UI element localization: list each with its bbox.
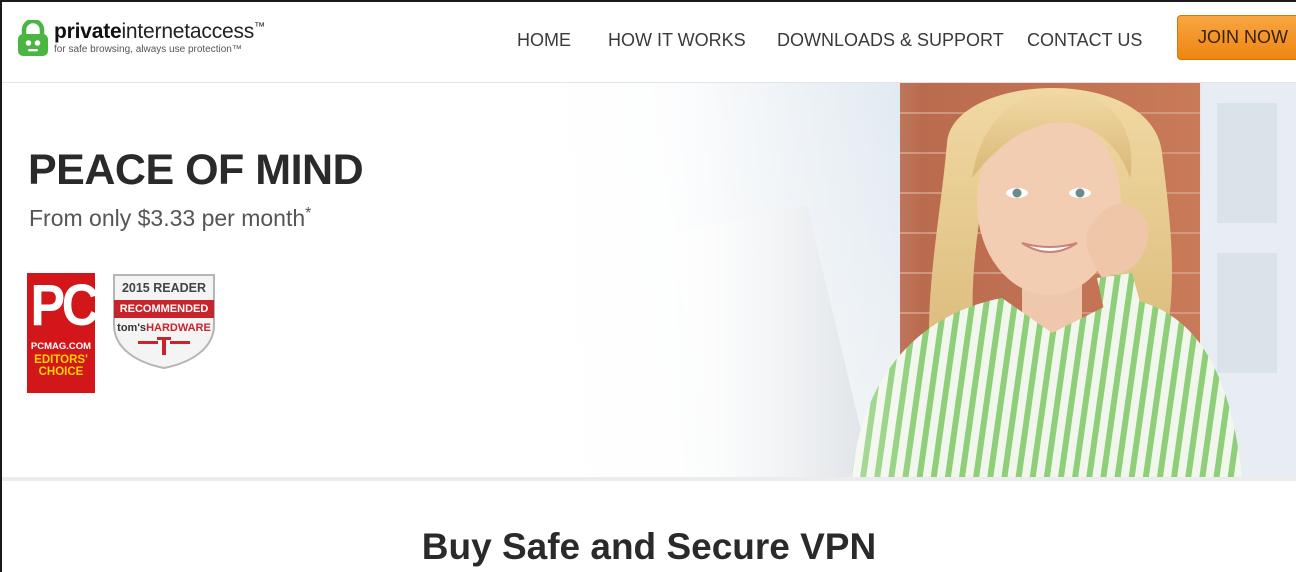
nav-downloads-support-link[interactable]: DOWNLOADS & SUPPORT (777, 30, 1004, 51)
pcmag-editors-choice-badge: PC PCMAG.COM EDITORS' CHOICE (27, 273, 99, 393)
hero-price-text: From only $3.33 per month (29, 205, 306, 231)
brand-name: privateinternetaccess™ (54, 20, 265, 43)
site-logo[interactable]: privateinternetaccess™ for safe browsing… (16, 20, 316, 64)
toms-hardware-badge: 2015 READER RECOMMENDED tom'sHARDWARE (112, 273, 216, 369)
browser-viewport: privateinternetaccess™ for safe browsing… (0, 0, 1296, 572)
pc-logo-text: PC (30, 273, 99, 338)
hero-price-asterisk: * (305, 205, 312, 222)
site-header: privateinternetaccess™ for safe browsing… (2, 2, 1296, 83)
nav-contact-us-link[interactable]: CONTACT US (1027, 30, 1142, 51)
section-divider (2, 477, 1296, 481)
toms-recommended-text: RECOMMENDED (114, 300, 214, 318)
toms-year-text: 2015 READER (121, 281, 207, 295)
hero-fade-overlay (542, 83, 922, 477)
padlock-logo-icon (18, 20, 48, 56)
editors-choice-text: EDITORS' CHOICE (34, 354, 88, 378)
join-now-button[interactable]: JOIN NOW (1177, 15, 1296, 60)
pcmag-site-text: PCMAG.COM (30, 341, 92, 352)
hero-price-subtitle: From only $3.33 per month* (29, 205, 311, 232)
nav-how-it-works-link[interactable]: HOW IT WORKS (608, 30, 746, 51)
toms-brand-text: tom'sHARDWARE (117, 322, 211, 334)
brand-tagline: for safe browsing, always use protection… (54, 44, 242, 55)
nav-home-link[interactable]: HOME (517, 30, 571, 51)
section-heading: Buy Safe and Secure VPN (421, 526, 877, 567)
hero-headline: PEACE OF MIND (28, 146, 364, 194)
hero-banner: PEACE OF MIND From only $3.33 per month*… (2, 83, 1296, 477)
